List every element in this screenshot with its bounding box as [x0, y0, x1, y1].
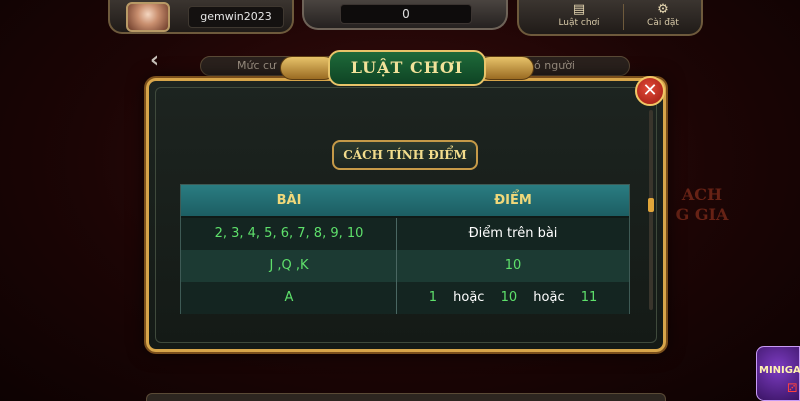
back-arrow-icon[interactable]: ‹	[150, 50, 172, 74]
close-button[interactable]: ✕	[635, 76, 665, 106]
scrollbar-thumb[interactable]	[648, 198, 654, 212]
rules-button[interactable]: ▤ Luật chơi	[539, 2, 619, 32]
rules-label: Luật chơi	[558, 18, 600, 28]
score-value: 11	[580, 290, 598, 305]
table-header: BÀI ĐIỂM	[181, 185, 629, 216]
score-table: BÀI ĐIỂM 2, 3, 4, 5, 6, 7, 8, 9, 10 Điểm…	[180, 184, 630, 314]
column-divider	[396, 218, 397, 314]
avatar[interactable]	[126, 2, 170, 32]
section-title: CÁCH TÍNH ĐIỂM	[332, 140, 478, 170]
header-card: BÀI	[276, 193, 302, 208]
top-bar: gemwin2023 0 ▤ Luật chơi ⚙ Cài đặt	[0, 0, 800, 36]
profile-panel[interactable]: gemwin2023	[108, 0, 294, 34]
gear-icon: ⚙	[657, 2, 669, 17]
strip-left-text: Mức cư	[237, 59, 277, 72]
score-or: hoặc	[453, 290, 485, 305]
card-cell: J ,Q ,K	[269, 258, 309, 273]
minigame-button[interactable]: MINIGA ⚂	[756, 346, 800, 401]
minigame-label: MINIGA	[759, 365, 800, 376]
svg-text:G GIA: G GIA	[676, 205, 729, 224]
modal-title: LUẬT CHƠI	[328, 50, 486, 86]
score-value: 10	[500, 290, 518, 305]
top-menu: ▤ Luật chơi ⚙ Cài đặt	[517, 0, 703, 36]
book-icon: ▤	[572, 2, 586, 17]
username: gemwin2023	[188, 6, 284, 28]
settings-label: Cài đặt	[647, 18, 679, 28]
balance-panel: 0	[302, 0, 508, 30]
score-cell: 10	[504, 258, 522, 273]
strip-right-text: ó người	[534, 59, 575, 72]
header-score: ĐIỂM	[494, 193, 532, 208]
title-banner: LUẬT CHƠI	[280, 48, 534, 90]
table-row: 2, 3, 4, 5, 6, 7, 8, 9, 10 Điểm trên bài	[181, 218, 629, 250]
score-cell: Điểm trên bài	[468, 226, 558, 241]
score-value: 1	[428, 290, 437, 305]
score-or: hoặc	[533, 290, 565, 305]
background-logo: ACH G GIA	[662, 180, 742, 230]
score-cell: 1 hoặc 10 hoặc 11	[397, 282, 629, 314]
dice-icon: ⚂	[787, 381, 798, 395]
card-cell: A	[284, 290, 294, 305]
card-cell: 2, 3, 4, 5, 6, 7, 8, 9, 10	[214, 226, 364, 241]
svg-text:ACH: ACH	[681, 185, 722, 204]
bottom-bar	[146, 393, 666, 401]
close-icon: ✕	[642, 80, 658, 101]
banner-wing-right	[478, 56, 534, 80]
table-row: J ,Q ,K 10	[181, 250, 629, 282]
settings-button[interactable]: ⚙ Cài đặt	[623, 2, 703, 32]
table-row: A 1 hoặc 10 hoặc 11	[181, 282, 629, 314]
balance-value: 0	[340, 4, 472, 24]
